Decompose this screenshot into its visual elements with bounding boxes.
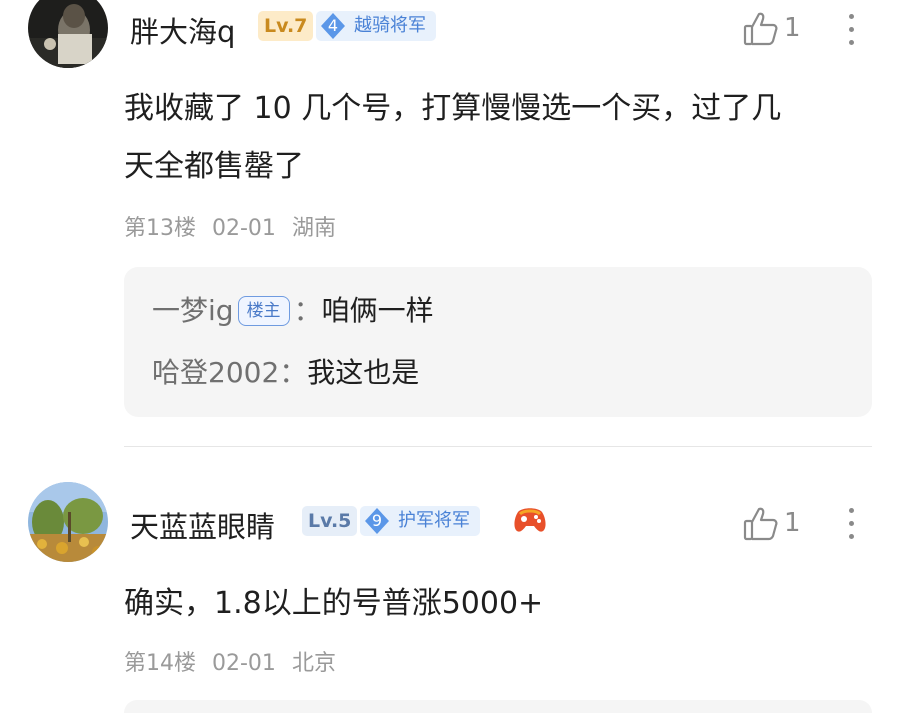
username[interactable]: 天蓝蓝眼睛 bbox=[130, 504, 275, 546]
more-options-icon[interactable] bbox=[846, 508, 856, 542]
post-location: 北京 bbox=[291, 651, 336, 676]
reply-username[interactable]: 哈登2002 bbox=[152, 356, 279, 389]
comment-text: 我收藏了 10 几个号，打算慢慢选一个买，过了几 天全都售罄了 bbox=[124, 80, 781, 196]
reply-separator: ： bbox=[293, 294, 322, 327]
like-count: 1 bbox=[784, 13, 801, 43]
floor-number: 第14楼 bbox=[124, 651, 196, 676]
level-badge: Lv.7 bbox=[258, 11, 314, 41]
fan-title-badge[interactable]: 4 越骑将军 bbox=[316, 11, 436, 41]
avatar-image bbox=[28, 482, 108, 562]
reply-username[interactable]: 一梦ig bbox=[152, 294, 234, 327]
divider bbox=[124, 446, 872, 447]
replies-box[interactable] bbox=[124, 700, 872, 713]
gamepad-icon bbox=[512, 504, 548, 536]
fan-title-label: 护军将军 bbox=[398, 510, 470, 531]
comment-text: 确实，1.8以上的号普涨5000+ bbox=[124, 575, 543, 633]
post-date: 02-01 bbox=[212, 216, 276, 241]
reply-text: 我这也是 bbox=[307, 356, 420, 389]
reply-item[interactable]: 一梦ig 楼主 ：咱俩一样 bbox=[152, 289, 434, 329]
reply-item[interactable]: 哈登2002：我这也是 bbox=[152, 351, 419, 391]
comment-text-line: 天全都售罄了 bbox=[124, 149, 304, 184]
fan-level-number: 4 bbox=[327, 16, 339, 35]
avatar-image bbox=[28, 0, 108, 68]
avatar[interactable] bbox=[28, 482, 108, 562]
username[interactable]: 胖大海q bbox=[130, 9, 235, 51]
reply-text: 咱俩一样 bbox=[321, 294, 434, 327]
floor-number: 第13楼 bbox=[124, 216, 196, 241]
fan-level-shield: 4 bbox=[319, 12, 347, 40]
op-badge: 楼主 bbox=[237, 296, 290, 326]
comment-meta: 第13楼 02-01 湖南 bbox=[124, 210, 352, 242]
post-location: 湖南 bbox=[291, 216, 336, 241]
fan-title-label: 越骑将军 bbox=[354, 15, 426, 36]
level-badge: Lv.5 bbox=[302, 506, 358, 536]
comment-meta: 第14楼 02-01 北京 bbox=[124, 645, 352, 677]
more-options-icon[interactable] bbox=[846, 14, 856, 48]
fan-level-number: 9 bbox=[371, 511, 383, 530]
comment-text-line: 确实，1.8以上的号普涨5000+ bbox=[124, 586, 544, 621]
avatar[interactable] bbox=[28, 0, 108, 68]
fan-title-badge[interactable]: 9 护军将军 bbox=[360, 506, 480, 536]
comment-text-line: 我收藏了 10 几个号，打算慢慢选一个买，过了几 bbox=[124, 91, 782, 126]
replies-box[interactable]: 一梦ig 楼主 ：咱俩一样 哈登2002：我这也是 bbox=[124, 267, 872, 417]
reply-separator: ： bbox=[279, 356, 308, 389]
fan-level-shield: 9 bbox=[363, 507, 391, 535]
like-icon[interactable] bbox=[742, 10, 780, 48]
post-date: 02-01 bbox=[212, 651, 276, 676]
like-count: 1 bbox=[784, 508, 801, 538]
like-icon[interactable] bbox=[742, 505, 780, 543]
